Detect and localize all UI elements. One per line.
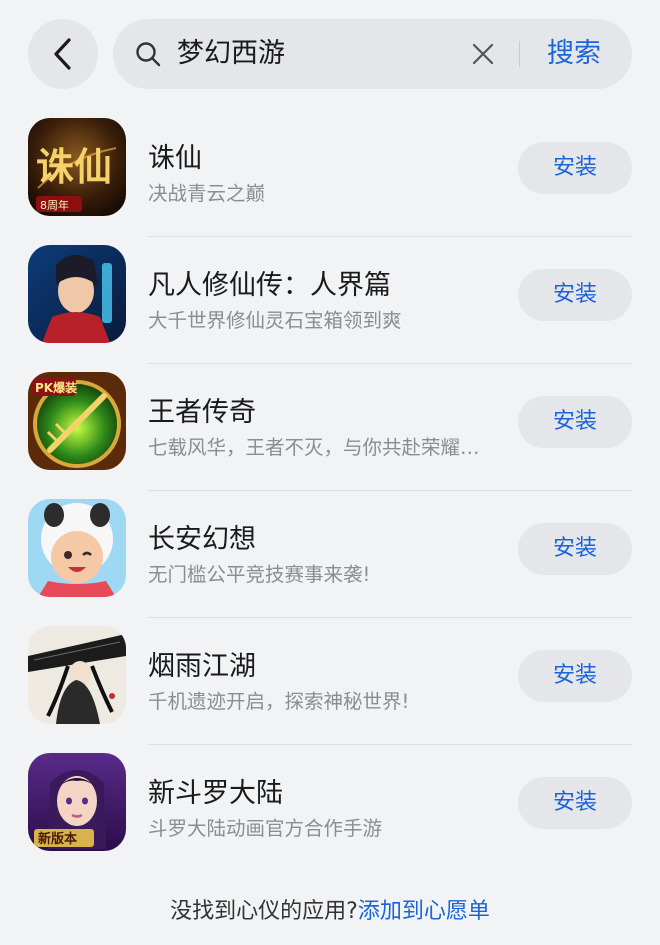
add-to-wishlist-link[interactable]: 添加到心愿单 xyxy=(358,899,490,924)
svg-text:PK爆装: PK爆装 xyxy=(35,380,77,395)
douluo-game-icon[interactable]: 新版本 xyxy=(28,753,126,851)
chevron-left-icon xyxy=(54,38,71,70)
zhuxian-game-icon[interactable]: 诛仙 8周年 xyxy=(28,118,126,216)
search-divider xyxy=(519,41,520,67)
app-description: 大千世界修仙灵石宝箱领到爽 xyxy=(148,309,402,332)
top-bar: 梦幻西游 搜索 xyxy=(0,0,660,110)
list-item[interactable]: 烟雨江湖 千机遗迹开启，探索神秘世界! 安装 xyxy=(0,618,660,745)
clear-icon[interactable] xyxy=(471,42,495,66)
svg-text:新版本: 新版本 xyxy=(38,831,77,847)
list-item[interactable]: 新版本 新斗罗大陆 斗罗大陆动画官方合作手游 安装 xyxy=(0,745,660,872)
back-button[interactable] xyxy=(28,19,98,89)
app-name: 烟雨江湖 xyxy=(148,651,256,682)
install-button[interactable]: 安装 xyxy=(518,523,632,575)
wishlist-footer: 没找到心仪的应用?添加到心愿单 xyxy=(0,893,660,925)
install-button[interactable]: 安装 xyxy=(518,269,632,321)
list-item[interactable]: PK爆装 王者传奇 七载风华，王者不灭，与你共赴荣耀征程 安装 xyxy=(0,364,660,491)
svg-text:诛仙: 诛仙 xyxy=(36,144,112,189)
list-item[interactable]: 长安幻想 无门槛公平竞技赛事来袭! 安装 xyxy=(0,491,660,618)
install-button[interactable]: 安装 xyxy=(518,142,632,194)
list-item[interactable]: 诛仙 8周年 诛仙 决战青云之巅 安装 xyxy=(0,110,660,237)
app-description: 无门槛公平竞技赛事来袭! xyxy=(148,563,371,586)
svg-text:8周年: 8周年 xyxy=(40,198,69,212)
yanyu-game-icon[interactable] xyxy=(28,626,126,724)
search-input[interactable]: 梦幻西游 xyxy=(177,19,285,89)
changan-game-icon[interactable] xyxy=(28,499,126,597)
app-results-list: 诛仙 8周年 诛仙 决战青云之巅 安装 凡人修仙传：人界篇 大千世界修仙灵石宝箱… xyxy=(0,110,660,872)
app-description: 千机遗迹开启，探索神秘世界! xyxy=(148,690,410,713)
install-button[interactable]: 安装 xyxy=(518,650,632,702)
install-button[interactable]: 安装 xyxy=(518,396,632,448)
install-button[interactable]: 安装 xyxy=(518,777,632,829)
search-box[interactable]: 梦幻西游 搜索 xyxy=(113,19,632,89)
app-description: 决战青云之巅 xyxy=(148,182,266,205)
search-button[interactable]: 搜索 xyxy=(547,19,601,89)
list-item[interactable]: 凡人修仙传：人界篇 大千世界修仙灵石宝箱领到爽 安装 xyxy=(0,237,660,364)
app-name: 王者传奇 xyxy=(148,397,256,428)
app-name: 长安幻想 xyxy=(148,524,256,555)
app-description: 斗罗大陆动画官方合作手游 xyxy=(148,817,383,840)
search-icon xyxy=(136,42,161,67)
footer-prompt: 没找到心仪的应用? xyxy=(170,899,358,924)
wangzhe-game-icon[interactable]: PK爆装 xyxy=(28,372,126,470)
app-name: 凡人修仙传：人界篇 xyxy=(148,270,391,301)
app-name: 新斗罗大陆 xyxy=(148,778,283,809)
app-name: 诛仙 xyxy=(148,143,202,174)
app-description: 七载风华，王者不灭，与你共赴荣耀征程 xyxy=(148,436,493,459)
fanren-game-icon[interactable] xyxy=(28,245,126,343)
